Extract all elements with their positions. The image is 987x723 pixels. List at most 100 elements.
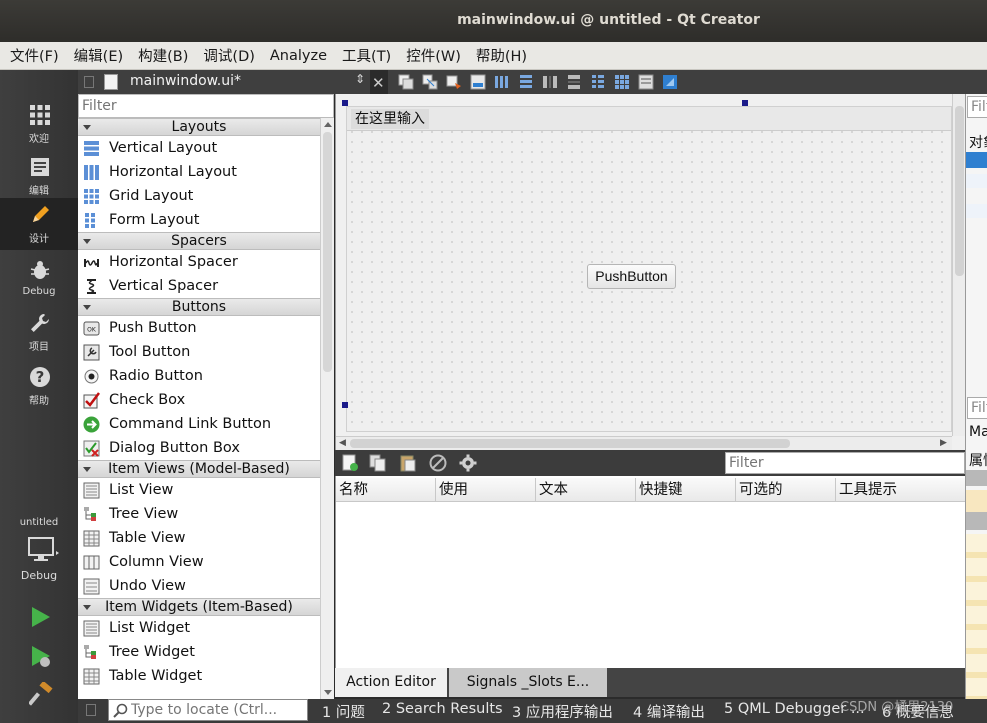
adjust-size-icon[interactable] [662,74,678,90]
property-rows[interactable] [966,534,987,699]
selection-handle[interactable] [342,100,348,106]
widget-table-widget[interactable]: Table Widget [78,664,320,688]
menu-help[interactable]: 帮助(H) [476,45,527,66]
locator-input[interactable] [131,701,301,719]
mode-help[interactable]: ? 帮助 [0,360,78,412]
toggle-sidebar-icon[interactable] [86,704,96,716]
column-shortcut[interactable]: 快捷键 [636,478,736,502]
mode-debug[interactable]: Debug [0,254,78,306]
object-row[interactable] [966,204,987,218]
edit-buddies-icon[interactable] [446,74,462,90]
scroll-thumb[interactable] [955,106,964,276]
widget-form-layout[interactable]: Form Layout [78,208,320,232]
column-used[interactable]: 使用 [436,478,536,502]
widget-vertical-layout[interactable]: Vertical Layout [78,136,320,160]
output-pane-compile-output[interactable]: 4 编译输出 [633,701,705,722]
build-hammer-icon[interactable] [29,682,53,706]
locator[interactable] [108,699,308,721]
form-vertical-scrollbar[interactable] [952,94,966,436]
widget-dialog-button-box[interactable]: Dialog Button Box [78,436,320,460]
widget-grid-layout[interactable]: Grid Layout [78,184,320,208]
document-tab[interactable]: mainwindow.ui* ⇕ [78,70,370,94]
column-name[interactable]: 名称 [336,478,436,502]
layout-h-splitter-icon[interactable] [542,74,558,90]
scroll-thumb[interactable] [350,439,790,448]
menu-debug[interactable]: 调试(D) [203,45,254,66]
tab-signals-slots[interactable]: Signals _Slots E... [449,668,607,697]
scroll-up-icon[interactable] [324,122,332,127]
monitor-icon[interactable] [28,537,60,563]
widget-tree-widget[interactable]: Tree Widget [78,640,320,664]
edit-tab-order-icon[interactable] [470,74,486,90]
scroll-down-icon[interactable] [324,690,332,695]
widget-push-button[interactable]: OK Push Button [78,316,320,340]
category-spacers[interactable]: Spacers [78,232,320,250]
selection-handle[interactable] [342,402,348,408]
widget-command-link-button[interactable]: Command Link Button [78,412,320,436]
column-checkable[interactable]: 可选的 [736,478,836,502]
edit-widgets-icon[interactable] [398,74,414,90]
widget-list-view[interactable]: List View [78,478,320,502]
layout-vertical-icon[interactable] [518,74,534,90]
output-pane-issues[interactable]: 1 问题 [322,701,365,722]
edit-signals-icon[interactable] [422,74,438,90]
settings-gear-icon[interactable] [459,454,477,472]
property-group[interactable] [966,470,987,486]
widget-horizontal-layout[interactable]: Horizontal Layout [78,160,320,184]
widget-filter[interactable] [78,94,334,118]
scroll-left-icon[interactable]: ◀ [339,438,346,448]
widget-tree-view[interactable]: Tree View [78,502,320,526]
updown-arrows-icon[interactable]: ⇕ [355,72,365,86]
debug-run-icon[interactable] [29,645,53,669]
tab-action-editor[interactable]: Action Editor [335,668,447,697]
property-filter[interactable]: Filt [967,397,987,419]
widget-check-box[interactable]: Check Box [78,388,320,412]
column-text[interactable]: 文本 [536,478,636,502]
output-pane-search-results[interactable]: 2 Search Results [382,701,503,717]
close-document-icon[interactable]: ✕ [372,74,385,92]
menu-tools[interactable]: 工具(T) [342,45,391,66]
widget-box-scrollbar[interactable] [320,118,334,699]
menu-edit[interactable]: 编辑(E) [74,45,123,66]
action-filter-input[interactable] [726,453,964,473]
layout-v-splitter-icon[interactable] [566,74,582,90]
layout-grid-icon[interactable] [614,74,630,90]
delete-icon[interactable] [429,454,447,472]
column-tooltip[interactable]: 工具提示 [836,478,966,502]
form-canvas[interactable]: 在这里输入 PushButton [346,106,952,432]
menu-widgets[interactable]: 控件(W) [406,45,461,66]
new-action-icon[interactable] [341,454,359,472]
copy-icon[interactable] [369,454,387,472]
scroll-thumb[interactable] [323,132,332,372]
widget-table-view[interactable]: Table View [78,526,320,550]
property-row[interactable] [966,490,987,512]
mode-design[interactable]: 设计 [0,198,78,250]
widget-vertical-spacer[interactable]: Vertical Spacer [78,274,320,298]
widget-tool-button[interactable]: Tool Button [78,340,320,364]
category-item-widgets[interactable]: Item Widgets (Item-Based) [78,598,320,616]
paste-icon[interactable] [399,454,417,472]
form-menubar[interactable]: 在这里输入 [347,107,951,131]
layout-horizontal-icon[interactable] [494,74,510,90]
mode-welcome[interactable]: 欢迎 [0,98,78,150]
output-pane-application-output[interactable]: 3 应用程序输出 [512,701,613,722]
mode-projects[interactable]: 项目 [0,306,78,358]
menu-file[interactable]: 文件(F) [10,45,59,66]
category-layouts[interactable]: Layouts [78,118,320,136]
break-layout-icon[interactable] [638,74,654,90]
mode-edit[interactable]: 编辑 [0,150,78,202]
widget-column-view[interactable]: Column View [78,550,320,574]
layout-form-icon[interactable] [590,74,606,90]
run-icon[interactable] [29,606,51,628]
selection-handle[interactable] [742,100,748,106]
menu-type-here[interactable]: 在这里输入 [351,109,429,129]
form-horizontal-scrollbar[interactable]: ◀ ▶ [336,436,952,450]
scroll-right-icon[interactable]: ▶ [940,438,947,448]
push-button-widget[interactable]: PushButton [587,264,676,289]
selected-object-row[interactable] [966,152,987,168]
category-buttons[interactable]: Buttons [78,298,320,316]
category-item-views[interactable]: Item Views (Model-Based) [78,460,320,478]
object-filter[interactable]: Filt [967,96,987,118]
widget-list-widget[interactable]: List Widget [78,616,320,640]
widget-filter-input[interactable] [79,95,333,117]
